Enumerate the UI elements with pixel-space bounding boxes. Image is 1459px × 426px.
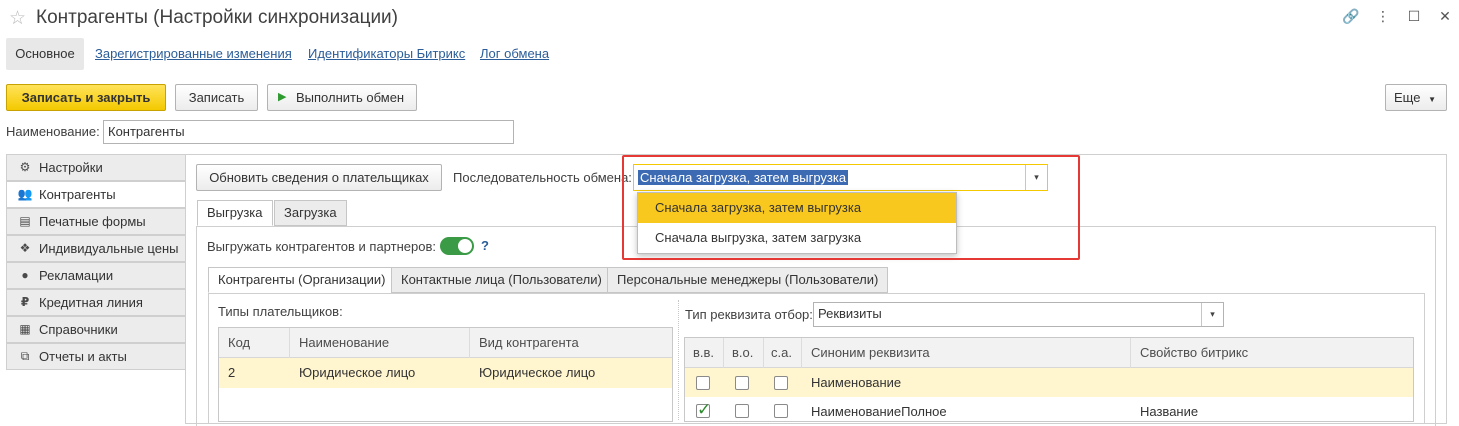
column-header-synonym[interactable]: Синоним реквизита (811, 338, 930, 368)
cell-code: 2 (228, 365, 236, 380)
help-icon[interactable]: ? (481, 238, 489, 253)
column-header-code[interactable]: Код (228, 328, 250, 358)
sidebar-item-label: Отчеты и акты (39, 349, 127, 364)
tab-main[interactable]: Основное (6, 38, 84, 70)
document-icon: ▤ (19, 214, 31, 228)
export-toggle-label: Выгружать контрагентов и партнеров: (207, 239, 436, 254)
checkbox-sa[interactable] (774, 404, 788, 418)
sidebar-item-label: Настройки (39, 160, 103, 175)
sidebar-item-reports[interactable]: ⧉ Отчеты и акты (6, 343, 186, 370)
checkbox-vv[interactable] (696, 376, 710, 390)
table-row[interactable]: НаименованиеПолное Название (685, 397, 1413, 423)
sidebar-item-credit-line[interactable]: ₽ Кредитная линия (6, 289, 186, 316)
sidebar-item-label: Справочники (39, 322, 118, 337)
table-row[interactable]: 2 Юридическое лицо Юридическое лицо (219, 358, 672, 388)
cell-type: Юридическое лицо (479, 365, 596, 380)
sidebar-item-print-forms[interactable]: ▤ Печатные формы (6, 208, 186, 235)
filter-select-value: Реквизиты (818, 306, 882, 321)
checkbox-sa[interactable] (774, 376, 788, 390)
table-header: в.в. в.о. с.а. Синоним реквизита Свойств… (685, 338, 1413, 368)
sequence-select[interactable]: Сначала загрузка, затем выгрузка ▾ (633, 164, 1048, 191)
tab-export[interactable]: Выгрузка (197, 200, 273, 226)
chevron-down-icon: ▼ (1428, 95, 1436, 104)
ruble-icon: ₽ (20, 295, 30, 309)
user-icon: ● (21, 268, 29, 282)
sidebar-item-claims[interactable]: ● Рекламации (6, 262, 186, 289)
tab-organizations[interactable]: Контрагенты (Организации) (208, 267, 396, 293)
handshake-icon: ❖ (19, 241, 31, 255)
chevron-down-icon[interactable]: ▾ (1025, 165, 1047, 190)
tab-registered-changes[interactable]: Зарегистрированные изменения (95, 46, 292, 61)
sidebar-item-settings[interactable]: ⚙ Настройки (6, 154, 186, 181)
sidebar-item-label: Контрагенты (39, 187, 116, 202)
filter-label: Тип реквизита отбор: (685, 307, 813, 322)
properties-table: в.в. в.о. с.а. Синоним реквизита Свойств… (684, 337, 1414, 422)
column-header-name[interactable]: Наименование (299, 328, 389, 358)
refresh-payers-button[interactable]: Обновить сведения о плательщиках (196, 164, 442, 191)
payer-types-label: Типы плательщиков: (218, 304, 343, 319)
maximize-icon[interactable]: ☐ (1403, 8, 1425, 25)
cell-name: Юридическое лицо (299, 365, 416, 380)
window-title: Контрагенты (Настройки синхронизации) (36, 7, 399, 28)
tab-bitrix-ids[interactable]: Идентификаторы Битрикс (308, 46, 465, 61)
splitter[interactable] (678, 300, 679, 420)
checkbox-vo[interactable] (735, 376, 749, 390)
more-button-label: Еще (1394, 90, 1421, 105)
column-header-vo[interactable]: в.о. (732, 338, 753, 368)
run-exchange-button[interactable]: ▶ Выполнить обмен (267, 84, 417, 111)
table-row[interactable]: Наименование (685, 368, 1413, 397)
tab-exchange-log[interactable]: Лог обмена (480, 46, 549, 61)
sidebar-item-label: Рекламации (39, 268, 114, 283)
sidebar-item-counterparties[interactable]: 👥 Контрагенты (6, 181, 186, 208)
payer-types-table: Код Наименование Вид контрагента 2 Юриди… (218, 327, 673, 422)
report-icon: ⧉ (20, 349, 30, 363)
name-input[interactable]: Контрагенты (103, 120, 514, 144)
table-icon: ▦ (19, 322, 31, 336)
sequence-dropdown: Сначала загрузка, затем выгрузка Сначала… (637, 192, 957, 254)
sidebar-item-individual-prices[interactable]: ❖ Индивидуальные цены (6, 235, 186, 262)
cell-bitrix: Название (1140, 404, 1199, 419)
column-header-type[interactable]: Вид контрагента (479, 328, 579, 358)
filter-select[interactable]: Реквизиты ▾ (813, 302, 1224, 327)
sidebar-item-label: Индивидуальные цены (39, 241, 179, 256)
tab-personal-managers[interactable]: Персональные менеджеры (Пользователи) (607, 267, 889, 293)
tab-contact-persons[interactable]: Контактные лица (Пользователи) (391, 267, 612, 293)
link-icon[interactable]: 🔗 (1340, 8, 1362, 25)
sequence-select-value: Сначала загрузка, затем выгрузка (638, 170, 849, 185)
save-and-close-button[interactable]: Записать и закрыть (6, 84, 166, 111)
cell-synonym: НаименованиеПолное (811, 404, 947, 419)
dropdown-option[interactable]: Сначала выгрузка, затем загрузка (638, 223, 956, 253)
play-icon: ▶ (278, 91, 287, 103)
sidebar-item-catalogs[interactable]: ▦ Справочники (6, 316, 186, 343)
more-icon[interactable]: ⋮ (1372, 8, 1394, 25)
checkbox-vv[interactable] (696, 400, 711, 420)
export-toggle[interactable] (440, 237, 474, 255)
column-header-sa[interactable]: с.а. (771, 338, 792, 368)
favorite-star-icon[interactable]: ☆ (9, 7, 26, 30)
sidebar-item-label: Кредитная линия (39, 295, 143, 310)
run-exchange-label: Выполнить обмен (296, 90, 405, 105)
close-icon[interactable]: ✕ (1434, 8, 1456, 25)
sidebar-item-label: Печатные формы (39, 214, 146, 229)
tab-import[interactable]: Загрузка (274, 200, 347, 226)
sequence-label: Последовательность обмена: (453, 170, 632, 185)
name-label: Наименование: (6, 124, 100, 139)
dropdown-option[interactable]: Сначала загрузка, затем выгрузка (638, 193, 956, 223)
cell-synonym: Наименование (811, 375, 902, 390)
more-button[interactable]: Еще ▼ (1385, 84, 1447, 111)
people-icon: 👥 (17, 187, 33, 201)
save-button[interactable]: Записать (175, 84, 258, 111)
chevron-down-icon[interactable]: ▾ (1201, 303, 1223, 326)
table-header: Код Наименование Вид контрагента (219, 328, 672, 358)
checkbox-vo[interactable] (735, 404, 749, 418)
column-header-vv[interactable]: в.в. (693, 338, 714, 368)
gear-icon: ⚙ (19, 160, 31, 174)
column-header-bitrix[interactable]: Свойство битрикс (1140, 338, 1248, 368)
